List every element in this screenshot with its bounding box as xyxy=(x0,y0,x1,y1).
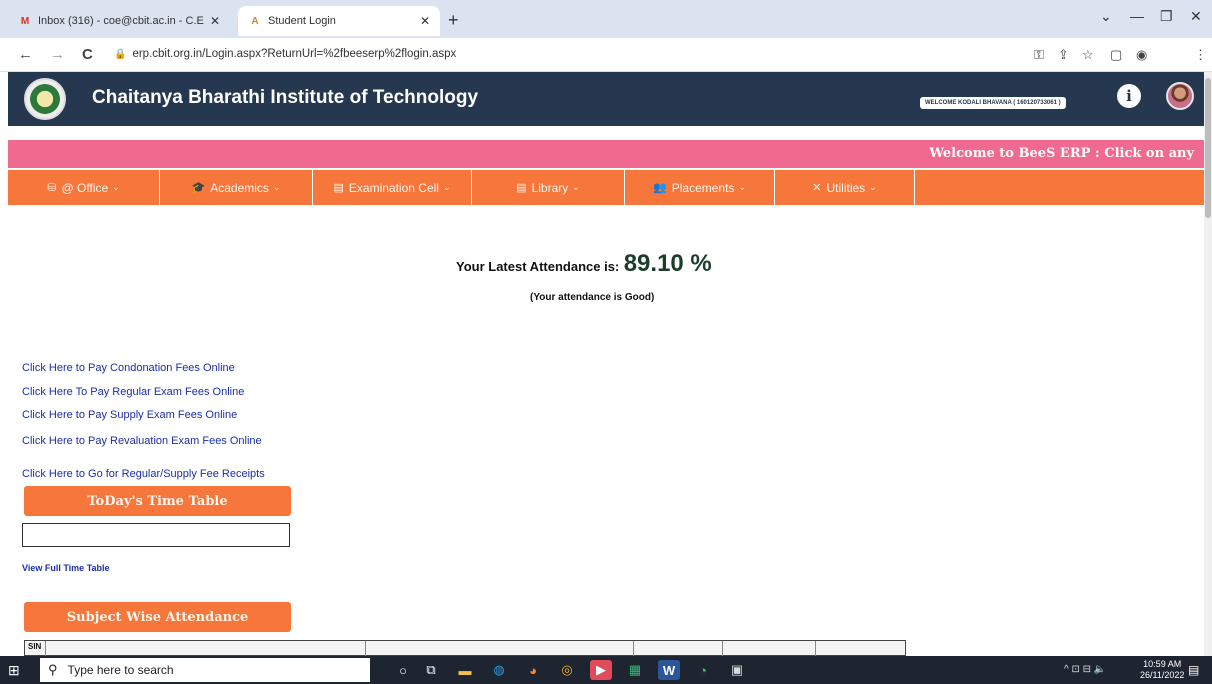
cortana-icon[interactable]: ○ xyxy=(392,660,414,680)
supply-exam-fee-link[interactable]: Click Here to Pay Supply Exam Fees Onlin… xyxy=(22,409,237,421)
menu-placements[interactable]: 👥 Placements ⌄ xyxy=(625,170,775,205)
taskbar-search[interactable]: ⚲ Type here to search xyxy=(40,658,370,682)
view-full-timetable-link[interactable]: View Full Time Table xyxy=(22,563,110,573)
notification-icon[interactable]: ▤ xyxy=(1188,663,1199,677)
chevron-down-icon: ⌄ xyxy=(272,182,281,192)
menu-label: Library xyxy=(531,180,569,195)
menu-label: Placements xyxy=(671,180,735,195)
menu-label: Examination Cell xyxy=(348,180,439,195)
table-header-sin: SIN xyxy=(28,642,42,651)
task-view-icon[interactable]: ⧉ xyxy=(420,660,442,680)
menu-label: @ Office xyxy=(61,180,109,195)
gmail-icon: M xyxy=(20,15,30,27)
welcome-user-badge: WELCOME KODALI BHAVANA ( 160120733061 ) xyxy=(920,97,1066,109)
share-icon[interactable]: ⇪ xyxy=(1058,47,1069,63)
attendance-label: Your Latest Attendance is: xyxy=(456,259,620,274)
url-text: erp.cbit.org.in/Login.aspx?ReturnUrl=%2f… xyxy=(132,48,457,60)
document-icon: ▤ xyxy=(516,182,527,194)
info-icon[interactable]: i xyxy=(1117,84,1141,108)
browser-tab-strip: M Inbox (316) - coe@cbit.ac.in - C.E ✕ A… xyxy=(0,0,1212,38)
system-tray-icons[interactable]: ^ ⊡ ⊟ 🔈 xyxy=(1064,664,1106,675)
word-icon[interactable]: W xyxy=(658,660,680,680)
tab-search-icon[interactable]: ⌄ xyxy=(1100,8,1112,25)
browser-menu-icon[interactable]: ⋮ xyxy=(1194,47,1207,63)
document-icon: ▤ xyxy=(333,182,344,194)
chevron-down-icon: ⌄ xyxy=(442,182,451,192)
tab-title: Inbox (316) - coe@cbit.ac.in - C.E xyxy=(38,15,204,27)
windows-start-icon[interactable]: ⊞ xyxy=(8,662,20,679)
welcome-marquee: Welcome to BeeS ERP : Click on any xyxy=(8,140,1204,168)
bookmark-star-icon[interactable]: ☆ xyxy=(1082,47,1094,63)
profile-icon[interactable]: ◉ xyxy=(1136,47,1147,63)
tab-student-login[interactable]: A Student Login ✕ xyxy=(238,6,440,36)
lock-icon: 🔒 xyxy=(114,49,127,60)
avatar[interactable] xyxy=(1166,82,1194,110)
clock-time: 10:59 AM xyxy=(1143,659,1182,669)
fee-receipts-link[interactable]: Click Here to Go for Regular/Supply Fee … xyxy=(22,468,265,480)
firefox-icon[interactable]: ◕ xyxy=(522,660,544,680)
password-key-icon[interactable]: ⚿ xyxy=(1034,47,1044,63)
scrollbar-thumb[interactable] xyxy=(1205,78,1211,218)
attendance-value: 89.10 % xyxy=(623,250,712,277)
subject-wise-attendance-button[interactable]: Subject Wise Attendance xyxy=(24,602,291,632)
tab-title: Student Login xyxy=(268,15,336,27)
taskbar: ⊞ ⚲ Type here to search ○ ⧉ ▬ ◍ ◕ ◎ ▶ ▦ … xyxy=(0,656,1212,684)
chrome-icon[interactable]: ◎ xyxy=(556,660,578,680)
app-window-icon[interactable]: ▣ xyxy=(726,660,748,680)
chevron-down-icon: ⌄ xyxy=(869,182,877,192)
chevron-down-icon: ⌄ xyxy=(112,182,120,192)
search-icon: ⚲ xyxy=(48,662,58,677)
search-placeholder: Type here to search xyxy=(67,663,174,677)
site-favicon-icon: A xyxy=(251,15,259,27)
whatsapp-icon[interactable]: ◔ xyxy=(692,660,714,680)
back-button[interactable]: ← xyxy=(18,46,33,63)
tab-inbox[interactable]: M Inbox (316) - coe@cbit.ac.in - C.E ✕ xyxy=(8,6,230,36)
excel-icon[interactable]: ▦ xyxy=(624,660,646,680)
attendance-summary: Your Latest Attendance is: 89.10 % xyxy=(456,250,712,278)
taskbar-clock[interactable]: 10:59 AM 26/11/2022 xyxy=(1140,659,1184,681)
close-icon[interactable]: ✕ xyxy=(420,14,430,28)
menu-academics[interactable]: 🎓 Academics ⌄ xyxy=(160,170,313,205)
menu-examination-cell[interactable]: ▤ Examination Cell ⌄ xyxy=(313,170,472,205)
menu-library[interactable]: ▤ Library ⌄ xyxy=(472,170,625,205)
side-panel-icon[interactable]: ▢ xyxy=(1110,47,1122,63)
attendance-note: (Your attendance is Good) xyxy=(530,292,655,303)
forward-button[interactable]: → xyxy=(50,46,65,63)
tools-icon: ✕ xyxy=(812,182,822,194)
office-icon: ⛁ xyxy=(47,182,57,194)
marquee-text: Welcome to BeeS ERP : Click on any xyxy=(929,146,1194,161)
address-bar: ← → C 🔒 erp.cbit.org.in/Login.aspx?Return… xyxy=(0,38,1212,72)
minimize-button[interactable]: — xyxy=(1130,8,1144,24)
institute-title: Chaitanya Bharathi Institute of Technolo… xyxy=(92,87,479,108)
maximize-button[interactable]: ❐ xyxy=(1160,8,1173,25)
url-field[interactable]: 🔒 erp.cbit.org.in/Login.aspx?ReturnUrl=%2… xyxy=(114,48,456,60)
regular-exam-fee-link[interactable]: Click Here To Pay Regular Exam Fees Onli… xyxy=(22,386,244,398)
menu-label: Utilities xyxy=(826,180,866,195)
main-menu: ⛁ @ Office ⌄ 🎓 Academics ⌄ ▤ Examination… xyxy=(8,170,1204,205)
attendance-table-header: SIN xyxy=(24,640,906,657)
reload-button[interactable]: C xyxy=(82,46,93,63)
menu-office[interactable]: ⛁ @ Office ⌄ xyxy=(8,170,160,205)
page-scrollbar[interactable] xyxy=(1204,72,1212,656)
timetable-box xyxy=(22,523,290,547)
file-explorer-icon[interactable]: ▬ xyxy=(454,660,476,680)
todays-timetable-button[interactable]: ToDay's Time Table xyxy=(24,486,291,516)
users-icon: 👥 xyxy=(653,182,667,194)
site-header: Chaitanya Bharathi Institute of Technolo… xyxy=(8,72,1204,126)
media-app-icon[interactable]: ▶ xyxy=(590,660,612,680)
revaluation-fee-link[interactable]: Click Here to Pay Revaluation Exam Fees … xyxy=(22,435,262,447)
graduation-cap-icon: 🎓 xyxy=(191,182,206,194)
close-icon[interactable]: ✕ xyxy=(210,14,220,28)
condonation-fee-link[interactable]: Click Here to Pay Condonation Fees Onlin… xyxy=(22,362,235,374)
window-close-button[interactable]: ✕ xyxy=(1190,8,1202,25)
institute-logo xyxy=(24,78,66,120)
menu-utilities[interactable]: ✕ Utilities ⌄ xyxy=(775,170,915,205)
clock-date: 26/11/2022 xyxy=(1140,670,1185,680)
edge-icon[interactable]: ◍ xyxy=(488,660,510,680)
new-tab-button[interactable]: + xyxy=(448,10,459,31)
chevron-down-icon: ⌄ xyxy=(738,182,746,192)
chevron-down-icon: ⌄ xyxy=(572,182,580,192)
menu-label: Academics xyxy=(210,180,269,195)
